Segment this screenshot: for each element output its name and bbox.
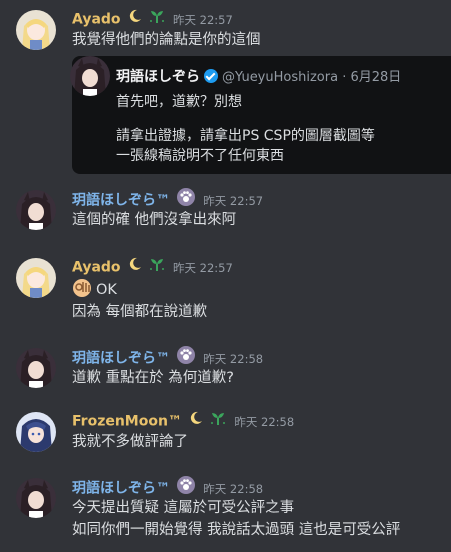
message-text: 我覺得他們的論點是你的這個 bbox=[72, 32, 261, 48]
verified-icon bbox=[204, 69, 218, 83]
message-header: 玥語ほしぞら™ 昨天 22:57 bbox=[72, 188, 264, 209]
message-text: 我就不多做評論了 bbox=[72, 434, 188, 450]
author-name[interactable]: Ayado bbox=[72, 260, 121, 276]
message-text: 這個的確 他們沒拿出來阿 bbox=[72, 212, 237, 228]
moon-icon bbox=[128, 9, 142, 30]
message-text: 道歉 重點在於 為何道歉? bbox=[72, 370, 234, 386]
avatar-ayado[interactable] bbox=[16, 10, 56, 50]
embed-text: 一張線稿說明不了任何東西 bbox=[116, 148, 284, 164]
embed-text: 請拿出證據，請拿出PS CSP的圖層截圖等 bbox=[116, 128, 375, 144]
author-name[interactable]: 玥語ほしぞら™ bbox=[72, 193, 170, 209]
embed-handle[interactable]: @YueyuHoshizora · 6月28日 bbox=[222, 70, 401, 85]
timestamp: 昨天 22:58 bbox=[203, 481, 264, 496]
timestamp: 昨天 22:58 bbox=[203, 351, 264, 366]
sprout-icon bbox=[149, 8, 165, 31]
author-name[interactable]: FrozenMoon™ bbox=[72, 414, 182, 430]
message-header: Ayado 昨天 22:57 bbox=[72, 256, 233, 276]
message-header: Ayado 昨天 22:57 bbox=[72, 8, 233, 28]
message-header: 玥語ほしぞら™ 昨天 22:58 bbox=[72, 346, 264, 367]
message-text: 因為 每個都在說道歉 bbox=[72, 304, 208, 320]
timestamp: 昨天 22:57 bbox=[203, 193, 264, 208]
message-header: 玥語ほしぞら™ 昨天 22:58 bbox=[72, 476, 264, 497]
author-name[interactable]: 玥語ほしぞら™ bbox=[72, 481, 170, 497]
avatar-hoshizora[interactable] bbox=[16, 190, 56, 230]
embed-author-name[interactable]: 玥語ほしぞら bbox=[116, 69, 200, 85]
avatar-ayado[interactable] bbox=[16, 258, 56, 298]
message-text: 如同你們一開始覺得 我說話太過頭 這也是可受公評 bbox=[72, 522, 401, 538]
sprout-icon bbox=[210, 410, 226, 433]
moon-icon bbox=[189, 411, 203, 432]
message-text: OK bbox=[72, 278, 117, 300]
avatar-hoshizora[interactable] bbox=[16, 478, 56, 518]
embed-author-avatar bbox=[70, 56, 110, 96]
author-name[interactable]: 玥語ほしぞら™ bbox=[72, 351, 170, 367]
embed-author: 玥語ほしぞら @YueyuHoshizora · 6月28日 bbox=[116, 66, 401, 86]
avatar-hoshizora[interactable] bbox=[16, 348, 56, 388]
ok-hand-emoji bbox=[72, 278, 92, 298]
avatar-frozenmoon[interactable] bbox=[16, 412, 56, 452]
moon-icon bbox=[128, 257, 142, 278]
sprout-icon bbox=[149, 256, 165, 279]
ok-text: OK bbox=[96, 282, 117, 298]
message-header: FrozenMoon™ 昨天 22:58 bbox=[72, 410, 294, 430]
author-name[interactable]: Ayado bbox=[72, 12, 121, 28]
message-text: 今天提出質疑 這屬於可受公評之事 bbox=[72, 500, 295, 516]
embed-text: 首先吧，道歉？別想 bbox=[116, 94, 242, 110]
timestamp: 昨天 22:58 bbox=[234, 414, 295, 429]
tweet-embed[interactable]: 玥語ほしぞら @YueyuHoshizora · 6月28日 首先吧，道歉？別想 … bbox=[70, 56, 451, 174]
timestamp: 昨天 22:57 bbox=[172, 260, 233, 275]
timestamp: 昨天 22:57 bbox=[172, 12, 233, 27]
